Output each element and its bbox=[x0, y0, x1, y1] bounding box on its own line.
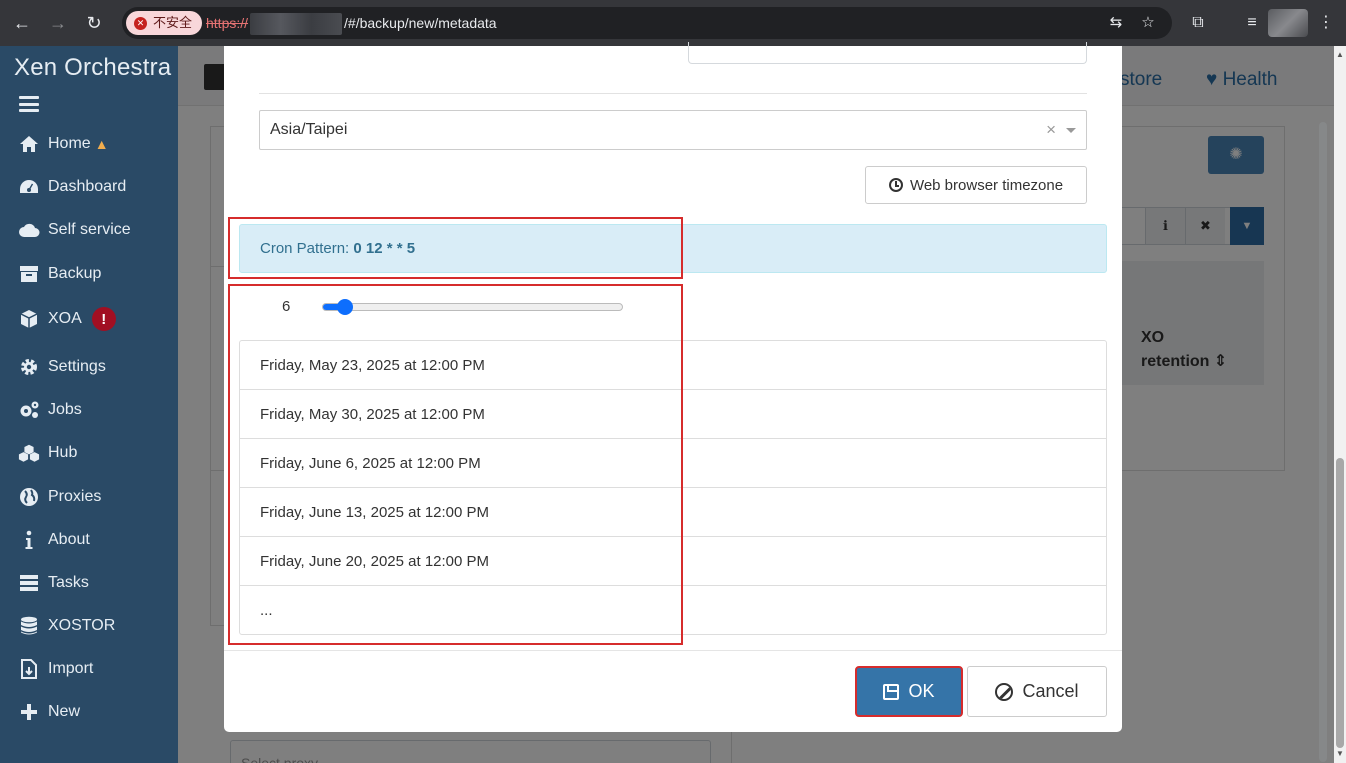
import-file-icon bbox=[18, 658, 40, 680]
web-browser-timezone-button[interactable]: Web browser timezone bbox=[865, 166, 1087, 204]
browser-menu-icon[interactable]: ⋮ bbox=[1314, 11, 1338, 35]
sidebar-item-proxies[interactable]: Proxies bbox=[18, 484, 101, 510]
security-label: 不安全 bbox=[153, 15, 193, 30]
globe-icon bbox=[18, 486, 40, 508]
sidebar-item-label: Backup bbox=[48, 265, 102, 282]
url-scheme: https:// bbox=[206, 15, 249, 31]
sidebar-item-xoa[interactable]: XOA ! bbox=[18, 306, 116, 332]
modal-input-partial[interactable] bbox=[688, 42, 1087, 64]
gears-icon bbox=[18, 399, 40, 421]
database-icon bbox=[18, 615, 40, 637]
warning-circle-icon: ✕ bbox=[134, 16, 147, 30]
reload-icon[interactable]: ↻ bbox=[82, 11, 106, 35]
redacted-host bbox=[250, 13, 343, 36]
sidebar-item-settings[interactable]: Settings bbox=[18, 354, 106, 380]
sidebar-item-label: Dashboard bbox=[48, 178, 127, 195]
warning-triangle-icon: ▲ bbox=[94, 136, 109, 152]
cancel-button[interactable]: Cancel bbox=[967, 666, 1107, 717]
translate-icon[interactable]: ⇆ bbox=[1104, 11, 1128, 35]
scroll-thumb[interactable] bbox=[1336, 458, 1344, 748]
url-path: /#/backup/new/metadata bbox=[344, 15, 497, 31]
app-sidebar: Xen Orchestra Home ▲ Dashboard Self serv… bbox=[0, 46, 178, 763]
sidebar-item-label: XOA bbox=[48, 310, 82, 327]
sidebar-item-label: Proxies bbox=[48, 488, 102, 505]
sidebar-item-hub[interactable]: Hub bbox=[18, 440, 77, 466]
brand-title[interactable]: Xen Orchestra bbox=[14, 54, 171, 82]
page-scrollbar[interactable] bbox=[1318, 122, 1328, 762]
sidebar-item-label: Tasks bbox=[48, 574, 89, 591]
clear-x-icon[interactable]: × bbox=[1046, 111, 1056, 149]
schedule-modal: Asia/Taipei × Web browser timezone Cron … bbox=[224, 42, 1122, 732]
ok-button[interactable]: OK bbox=[855, 666, 963, 717]
sidebar-item-label: New bbox=[48, 703, 81, 720]
home-icon bbox=[18, 133, 40, 155]
cloud-icon bbox=[18, 219, 40, 241]
security-indicator[interactable]: ✕ 不安全 bbox=[126, 11, 203, 35]
sidebar-item-self-service[interactable]: Self service bbox=[18, 217, 131, 243]
url-text[interactable]: https:// /#/backup/new/metadata bbox=[206, 7, 497, 39]
modal-divider bbox=[259, 93, 1087, 94]
ban-icon bbox=[995, 682, 1014, 701]
plus-icon bbox=[18, 701, 40, 723]
bookmark-star-icon[interactable]: ☆ bbox=[1136, 11, 1160, 35]
ok-label: OK bbox=[908, 681, 935, 701]
caret-down-icon[interactable] bbox=[1066, 128, 1076, 133]
sidebar-item-new[interactable]: New bbox=[18, 699, 80, 725]
sidebar-item-backup[interactable]: Backup bbox=[18, 261, 101, 287]
sidebar-item-label: Jobs bbox=[48, 401, 82, 418]
sidebar-item-import[interactable]: Import bbox=[18, 656, 93, 682]
gear-icon bbox=[18, 356, 40, 378]
sidebar-item-label: About bbox=[48, 531, 90, 548]
timezone-select[interactable]: Asia/Taipei × bbox=[259, 110, 1087, 150]
media-control-icon[interactable]: ≡ bbox=[1240, 11, 1264, 35]
archive-icon bbox=[18, 263, 40, 285]
window-scrollbar[interactable]: ▲ ▼ bbox=[1334, 46, 1346, 763]
sidebar-item-xostor[interactable]: XOSTOR bbox=[18, 613, 115, 639]
sidebar-item-label: Home bbox=[48, 135, 91, 152]
forward-arrow-icon[interactable]: → bbox=[46, 11, 70, 35]
sidebar-item-label: Import bbox=[48, 660, 94, 677]
cancel-label: Cancel bbox=[1022, 681, 1079, 701]
cube-icon bbox=[18, 308, 40, 330]
sidebar-item-label: Self service bbox=[48, 221, 131, 238]
back-arrow-icon[interactable]: ← bbox=[10, 11, 34, 35]
save-icon bbox=[883, 683, 900, 700]
clock-icon bbox=[888, 178, 903, 192]
annotation-highlight-list bbox=[228, 284, 683, 645]
sidebar-item-jobs[interactable]: Jobs bbox=[18, 397, 82, 423]
address-bar[interactable]: ✕ 不安全 https:// /#/backup/new/metadata ⇆ ☆ bbox=[122, 7, 1172, 39]
sidebar-item-label: Hub bbox=[48, 444, 78, 461]
modal-footer-divider bbox=[224, 650, 1122, 651]
cubes-icon bbox=[18, 442, 40, 464]
sidebar-item-about[interactable]: About bbox=[18, 527, 90, 553]
sidebar-item-dashboard[interactable]: Dashboard bbox=[18, 174, 126, 200]
sidebar-item-label: Settings bbox=[48, 358, 106, 375]
scroll-up-icon[interactable]: ▲ bbox=[1336, 50, 1344, 59]
tasks-icon bbox=[18, 572, 40, 594]
annotation-highlight-cron bbox=[228, 217, 683, 279]
timezone-value: Asia/Taipei bbox=[270, 121, 348, 138]
info-icon bbox=[18, 529, 40, 551]
error-badge: ! bbox=[91, 307, 116, 331]
sidebar-item-tasks[interactable]: Tasks bbox=[18, 570, 89, 596]
browser-chrome: ← → ↻ ✕ 不安全 https:// /#/backup/new/metada… bbox=[0, 0, 1346, 46]
profile-avatar[interactable] bbox=[1268, 9, 1308, 37]
extensions-icon[interactable]: ⧉ bbox=[1186, 11, 1210, 35]
hamburger-menu-icon[interactable] bbox=[19, 96, 39, 112]
sidebar-item-label: XOSTOR bbox=[48, 617, 116, 634]
button-label: Web browser timezone bbox=[909, 176, 1064, 194]
sidebar-item-home[interactable]: Home ▲ bbox=[18, 131, 109, 157]
dashboard-icon bbox=[18, 176, 40, 198]
scroll-down-icon[interactable]: ▼ bbox=[1336, 749, 1344, 758]
